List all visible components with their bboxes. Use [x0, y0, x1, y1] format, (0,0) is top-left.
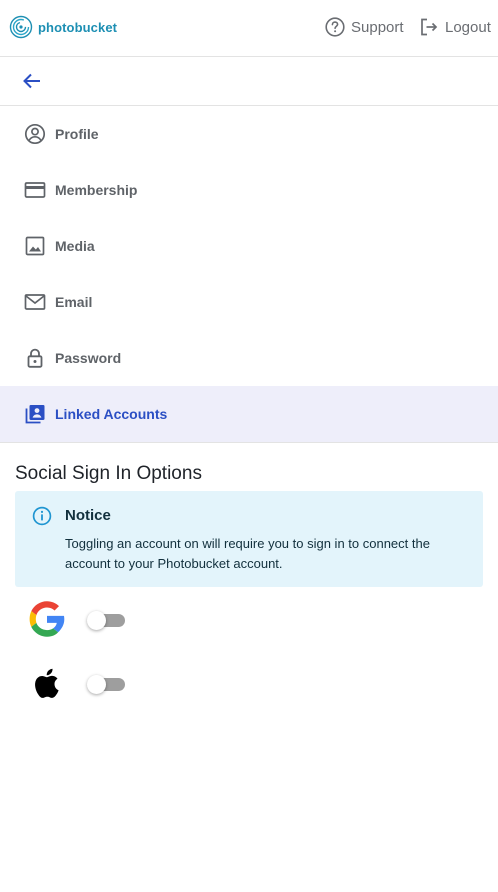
nav-label: Password [55, 350, 122, 366]
apple-toggle[interactable] [87, 673, 125, 694]
toggle-knob [87, 611, 106, 630]
photobucket-logo-icon [9, 15, 33, 39]
toggle-knob [87, 675, 106, 694]
photobucket-logo[interactable]: photobucket [9, 15, 117, 39]
apple-account-row [27, 663, 125, 703]
nav-label: Media [55, 238, 95, 254]
nav-item-membership[interactable]: Membership [0, 162, 498, 218]
nav-item-media[interactable]: Media [0, 218, 498, 274]
image-icon [25, 236, 45, 256]
support-label: Support [351, 18, 404, 36]
apple-icon [35, 668, 59, 698]
google-account-row [27, 599, 125, 639]
back-bar [0, 57, 498, 106]
back-button[interactable] [21, 70, 43, 92]
settings-nav: Profile Membership Media Email Password [0, 106, 498, 442]
logout-link[interactable]: Logout [419, 17, 491, 37]
linked-accounts-icon [25, 405, 45, 424]
nav-item-profile[interactable]: Profile [0, 106, 498, 162]
brand-name: photobucket [38, 19, 118, 35]
logout-icon [421, 18, 438, 36]
support-link[interactable]: Support [325, 17, 404, 37]
info-icon [32, 506, 52, 526]
page-title: Social Sign In Options [15, 463, 202, 484]
notice-alert: Notice Toggling an account on will requi… [15, 491, 483, 587]
arrow-left-icon [23, 73, 40, 89]
google-toggle[interactable] [87, 609, 125, 630]
mail-icon [24, 294, 46, 310]
notice-message: Toggling an account on will require you … [65, 536, 430, 571]
lock-icon [27, 348, 43, 368]
logout-label: Logout [445, 18, 491, 36]
google-icon [29, 601, 65, 637]
nav-label: Profile [55, 126, 99, 142]
nav-label: Email [55, 294, 93, 310]
nav-label: Linked Accounts [55, 406, 168, 422]
divider [0, 442, 498, 443]
nav-item-linked-accounts[interactable]: Linked Accounts [0, 386, 498, 442]
top-header: photobucket Support Logout [0, 0, 498, 57]
nav-item-email[interactable]: Email [0, 274, 498, 330]
profile-icon [24, 123, 46, 145]
nav-item-password[interactable]: Password [0, 330, 498, 386]
notice-title: Notice [65, 507, 111, 524]
credit-card-icon [24, 182, 46, 198]
help-icon [325, 17, 345, 37]
nav-label: Membership [55, 182, 138, 198]
